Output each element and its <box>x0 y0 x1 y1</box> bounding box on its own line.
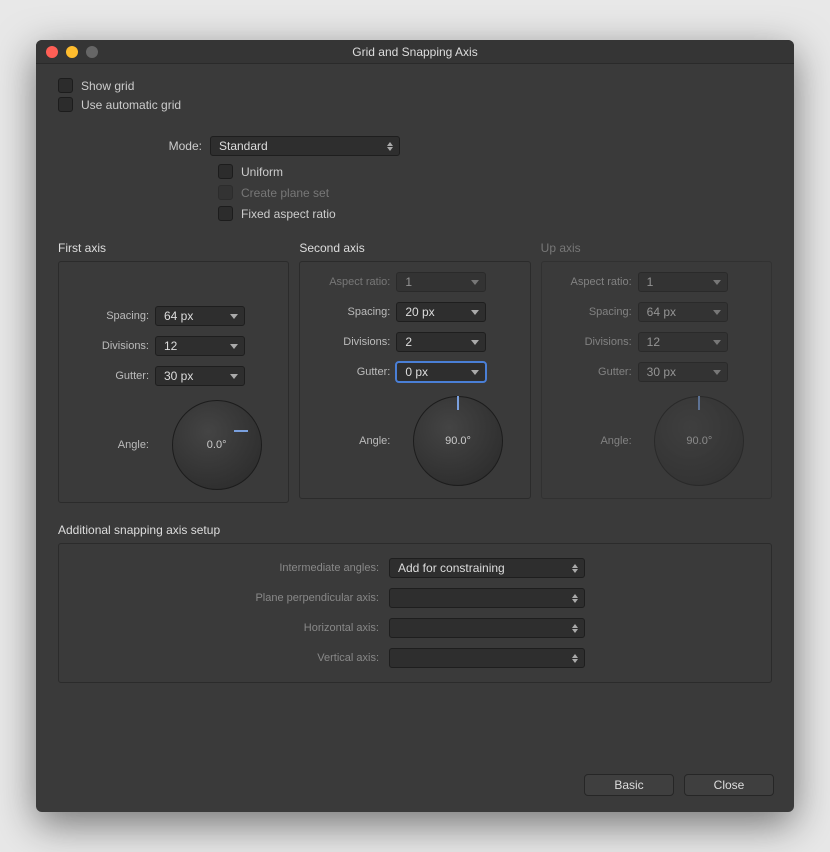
axis1-divisions-select[interactable]: 12 <box>155 336 245 356</box>
basic-button[interactable]: Basic <box>584 774 674 796</box>
axis1-angle-label: Angle: <box>69 439 155 451</box>
axis2-spacing-label: Spacing: <box>310 306 396 318</box>
fixed-aspect-checkbox[interactable] <box>218 206 233 221</box>
chevron-down-icon <box>471 310 479 315</box>
axis3-aspect-select: 1 <box>638 272 728 292</box>
axis2-gutter-select[interactable]: 0 px <box>396 362 486 382</box>
vertical-axis-select[interactable] <box>389 648 585 668</box>
chevron-down-icon <box>230 314 238 319</box>
updown-icon <box>572 594 578 603</box>
axis3-angle-dial: 90.0° <box>654 396 744 486</box>
dial-needle <box>234 430 248 432</box>
uniform-label: Uniform <box>241 165 283 179</box>
axis3-spacing-select: 64 px <box>638 302 728 322</box>
second-axis: Second axis Aspect ratio: 1 Spacing: 20 … <box>299 241 530 503</box>
axis2-divisions-label: Divisions: <box>310 336 396 348</box>
intermediate-angles-label: Intermediate angles: <box>69 562 389 574</box>
horizontal-axis-select[interactable] <box>389 618 585 638</box>
auto-grid-label: Use automatic grid <box>81 98 181 112</box>
create-plane-checkbox <box>218 185 233 200</box>
auto-grid-checkbox[interactable] <box>58 97 73 112</box>
axis1-divisions-label: Divisions: <box>69 340 155 352</box>
window-title: Grid and Snapping Axis <box>36 45 794 59</box>
axis3-spacing-label: Spacing: <box>552 306 638 318</box>
show-grid-row: Show grid <box>58 78 772 93</box>
perpendicular-axis-label: Plane perpendicular axis: <box>69 592 389 604</box>
updown-icon <box>572 624 578 633</box>
axis2-aspect-label: Aspect ratio: <box>310 276 396 288</box>
first-axis-group: Spacing: 64 px Divisions: 12 <box>58 261 289 503</box>
chevron-down-icon <box>471 370 479 375</box>
mode-label: Mode: <box>58 139 210 153</box>
axis1-spacing-select[interactable]: 64 px <box>155 306 245 326</box>
snap-group: Intermediate angles: Add for constrainin… <box>58 543 772 683</box>
chevron-down-icon <box>230 344 238 349</box>
axis3-gutter-label: Gutter: <box>552 366 638 378</box>
up-axis-group: Aspect ratio: 1 Spacing: 64 px <box>541 261 772 499</box>
snap-section-title: Additional snapping axis setup <box>58 523 772 537</box>
dialog-footer: Basic Close <box>36 764 794 812</box>
chevron-down-icon <box>713 340 721 345</box>
updown-icon <box>572 654 578 663</box>
close-button[interactable]: Close <box>684 774 774 796</box>
updown-icon <box>572 564 578 573</box>
chevron-down-icon <box>471 280 479 285</box>
axes-container: First axis Spacing: 64 px Divisions: 12 <box>58 241 772 503</box>
titlebar: Grid and Snapping Axis <box>36 40 794 64</box>
axis1-spacing-label: Spacing: <box>69 310 155 322</box>
dialog-window: Grid and Snapping Axis Show grid Use aut… <box>36 40 794 812</box>
first-axis: First axis Spacing: 64 px Divisions: 12 <box>58 241 289 503</box>
axis2-angle-dial[interactable]: 90.0° <box>413 396 503 486</box>
axis1-angle-dial[interactable]: 0.0° <box>172 400 262 490</box>
axis2-gutter-label: Gutter: <box>310 366 396 378</box>
axis3-divisions-select: 12 <box>638 332 728 352</box>
vertical-axis-label: Vertical axis: <box>69 652 389 664</box>
uniform-checkbox[interactable] <box>218 164 233 179</box>
mode-select[interactable]: Standard <box>210 136 400 156</box>
axis2-angle-label: Angle: <box>310 435 396 447</box>
chevron-down-icon <box>713 370 721 375</box>
chevron-down-icon <box>713 310 721 315</box>
axis3-aspect-label: Aspect ratio: <box>552 276 638 288</box>
second-axis-group: Aspect ratio: 1 Spacing: 20 px <box>299 261 530 499</box>
axis1-gutter-label: Gutter: <box>69 370 155 382</box>
axis3-gutter-select: 30 px <box>638 362 728 382</box>
fixed-aspect-label: Fixed aspect ratio <box>241 207 336 221</box>
axis1-gutter-select[interactable]: 30 px <box>155 366 245 386</box>
axis2-divisions-select[interactable]: 2 <box>396 332 486 352</box>
axis2-aspect-select: 1 <box>396 272 486 292</box>
up-axis: Up axis Aspect ratio: 1 Spacing: 64 px <box>541 241 772 503</box>
axis3-angle-label: Angle: <box>552 435 638 447</box>
up-axis-title: Up axis <box>541 241 772 255</box>
chevron-down-icon <box>230 374 238 379</box>
axis3-divisions-label: Divisions: <box>552 336 638 348</box>
show-grid-checkbox[interactable] <box>58 78 73 93</box>
mode-row: Mode: Standard <box>58 136 772 156</box>
dial-needle <box>457 396 459 410</box>
dial-needle <box>698 396 700 410</box>
auto-grid-row: Use automatic grid <box>58 97 772 112</box>
first-axis-title: First axis <box>58 241 289 255</box>
mode-sub-options: Uniform Create plane set Fixed aspect ra… <box>218 164 772 227</box>
dialog-content: Show grid Use automatic grid Mode: Stand… <box>36 64 794 764</box>
horizontal-axis-label: Horizontal axis: <box>69 622 389 634</box>
show-grid-label: Show grid <box>81 79 134 93</box>
axis2-spacing-select[interactable]: 20 px <box>396 302 486 322</box>
perpendicular-axis-select[interactable] <box>389 588 585 608</box>
intermediate-angles-select[interactable]: Add for constraining <box>389 558 585 578</box>
mode-value: Standard <box>219 139 387 153</box>
second-axis-title: Second axis <box>299 241 530 255</box>
updown-icon <box>387 142 393 151</box>
create-plane-label: Create plane set <box>241 186 329 200</box>
chevron-down-icon <box>713 280 721 285</box>
chevron-down-icon <box>471 340 479 345</box>
